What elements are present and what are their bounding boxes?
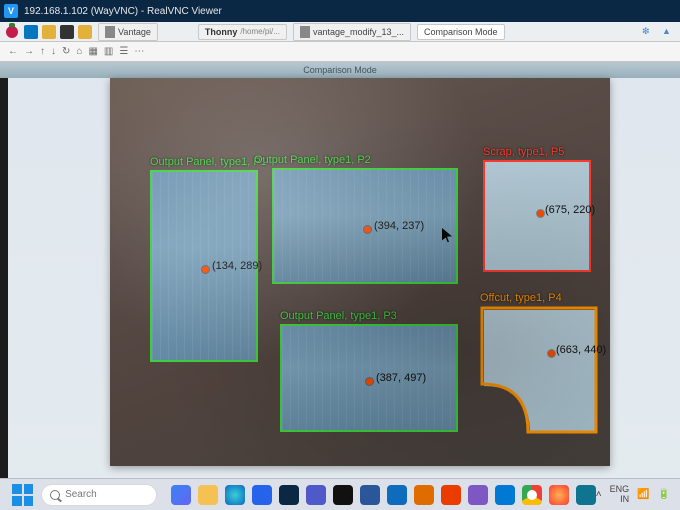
detection-p4-centroid bbox=[548, 350, 555, 357]
folder-small-icon bbox=[105, 26, 115, 38]
folder-icon[interactable] bbox=[78, 25, 92, 39]
browser-icon[interactable] bbox=[24, 25, 38, 39]
explorer-icon[interactable] bbox=[198, 485, 218, 505]
vnc-icon: V bbox=[4, 4, 18, 18]
vnc-titlebar: V 192.168.1.102 (WayVNC) - RealVNC Viewe… bbox=[0, 0, 680, 22]
terminal-icon[interactable] bbox=[60, 25, 74, 39]
thonny-label: Thonny bbox=[205, 27, 238, 37]
system-tray[interactable]: ˄ ENGIN 📶 🔋 bbox=[596, 485, 680, 505]
quicklaunch-tray bbox=[24, 25, 92, 39]
detection-p4: Offcut, type1, P4 (663, 440) bbox=[480, 306, 598, 434]
vnc-title-text: 192.168.1.102 (WayVNC) - RealVNC Viewer bbox=[24, 6, 222, 17]
start-button[interactable] bbox=[12, 484, 33, 506]
nav-down-icon[interactable]: ↓ bbox=[51, 46, 56, 57]
detection-p3: Output Panel, type1, P3 (387, 497) bbox=[280, 324, 458, 432]
detection-p5: Scrap, type1, P5 (675, 220) bbox=[483, 160, 591, 272]
detection-p5-centroid bbox=[537, 210, 544, 217]
detection-p2-centroid bbox=[364, 226, 371, 233]
detection-p3-centroid bbox=[366, 378, 373, 385]
task-script[interactable]: vantage_modify_13_... bbox=[293, 23, 411, 41]
edge-icon[interactable] bbox=[225, 485, 245, 505]
search-icon bbox=[50, 490, 60, 500]
app-icon[interactable] bbox=[576, 485, 596, 505]
taskbar-pinned-apps bbox=[171, 485, 596, 505]
firefox-icon[interactable] bbox=[549, 485, 569, 505]
snip-icon[interactable] bbox=[468, 485, 488, 505]
raspberry-icon[interactable] bbox=[6, 26, 18, 38]
view-compact-icon[interactable]: ☰ bbox=[119, 46, 128, 57]
nav-reload-icon[interactable]: ↻ bbox=[62, 46, 70, 57]
script-icon bbox=[300, 26, 310, 38]
detection-p1: Output Panel, type1, P1 (134, 289) bbox=[150, 170, 258, 362]
nav-back-icon[interactable]: ← bbox=[8, 46, 18, 57]
office-icon[interactable] bbox=[441, 485, 461, 505]
filebrowser-toolbar: ← → ↑ ↓ ↻ ⌂ ▦ ▥ ☰ ⋯ bbox=[0, 42, 680, 62]
detection-p3-label: Output Panel, type1, P3 bbox=[280, 310, 397, 322]
detection-p1-label: Output Panel, type1, P1 bbox=[150, 156, 267, 168]
nav-up-icon[interactable]: ↑ bbox=[40, 46, 45, 57]
taskbar-search[interactable]: Search bbox=[41, 484, 157, 506]
detection-p4-box bbox=[480, 306, 598, 434]
app-window-titlebar[interactable]: Comparison Mode bbox=[0, 62, 680, 78]
detection-p5-box bbox=[483, 160, 591, 272]
chrome-icon[interactable] bbox=[522, 485, 542, 505]
detection-p5-coord: (675, 220) bbox=[545, 204, 595, 216]
task-comparison-label: Comparison Mode bbox=[424, 27, 498, 37]
task-comparison[interactable]: Comparison Mode bbox=[417, 24, 505, 40]
mouse-cursor-icon bbox=[442, 228, 452, 242]
task-script-label: vantage_modify_13_... bbox=[313, 27, 404, 37]
wifi-tray-icon[interactable]: 📶 bbox=[637, 489, 649, 500]
taskview-icon[interactable] bbox=[171, 485, 191, 505]
detection-p2-label: Output Panel, type1, P2 bbox=[254, 154, 371, 166]
detection-p1-centroid bbox=[202, 266, 209, 273]
windows-taskbar[interactable]: Search ˄ ENGIN 📶 🔋 bbox=[0, 478, 680, 510]
word-icon[interactable] bbox=[360, 485, 380, 505]
task-vantage-label: Vantage bbox=[118, 27, 151, 37]
nav-fwd-icon[interactable]: → bbox=[24, 46, 34, 57]
task-thonny[interactable]: Thonny /home/pi/... bbox=[198, 24, 287, 40]
detection-p2: Output Panel, type1, P2 (394, 237) bbox=[272, 168, 458, 284]
bluetooth-icon[interactable] bbox=[642, 26, 654, 38]
detection-p3-coord: (387, 497) bbox=[376, 372, 426, 384]
wifi-icon[interactable] bbox=[662, 26, 674, 38]
detection-p4-coord: (663, 440) bbox=[556, 344, 606, 356]
search-placeholder: Search bbox=[65, 489, 97, 500]
detection-p1-coord: (134, 289) bbox=[212, 260, 262, 272]
more-icon[interactable]: ⋯ bbox=[134, 46, 144, 57]
store-icon[interactable] bbox=[252, 485, 272, 505]
app-window-title-text: Comparison Mode bbox=[303, 65, 377, 75]
nav-home-icon[interactable]: ⌂ bbox=[76, 46, 82, 57]
view-list-icon[interactable]: ▥ bbox=[104, 46, 113, 57]
thonny-path: /home/pi/... bbox=[240, 27, 280, 36]
detection-p2-coord: (394, 237) bbox=[374, 220, 424, 232]
battery-icon[interactable]: 🔋 bbox=[658, 489, 670, 500]
filemanager-icon[interactable] bbox=[42, 25, 56, 39]
pi-systray bbox=[642, 26, 674, 38]
outlook-icon[interactable] bbox=[387, 485, 407, 505]
chevron-up-icon[interactable]: ˄ bbox=[596, 489, 602, 500]
detection-p4-label: Offcut, type1, P4 bbox=[480, 292, 562, 304]
teams-icon[interactable] bbox=[306, 485, 326, 505]
vscode-icon[interactable] bbox=[495, 485, 515, 505]
vision-viewport: Output Panel, type1, P1 (134, 289) Outpu… bbox=[110, 78, 610, 466]
side-black-strip bbox=[0, 62, 8, 478]
detection-p5-label: Scrap, type1, P5 bbox=[483, 146, 564, 158]
people-icon[interactable] bbox=[414, 485, 434, 505]
pi-top-panel[interactable]: Vantage Thonny /home/pi/... vantage_modi… bbox=[0, 22, 680, 42]
tray-lang[interactable]: ENGIN bbox=[610, 485, 630, 505]
task-vantage-folder[interactable]: Vantage bbox=[98, 23, 158, 41]
vnc-taskbar-icon[interactable] bbox=[279, 485, 299, 505]
remote-desktop: Vantage Thonny /home/pi/... vantage_modi… bbox=[0, 22, 680, 478]
terminal-taskbar-icon[interactable] bbox=[333, 485, 353, 505]
view-grid-icon[interactable]: ▦ bbox=[88, 46, 97, 57]
